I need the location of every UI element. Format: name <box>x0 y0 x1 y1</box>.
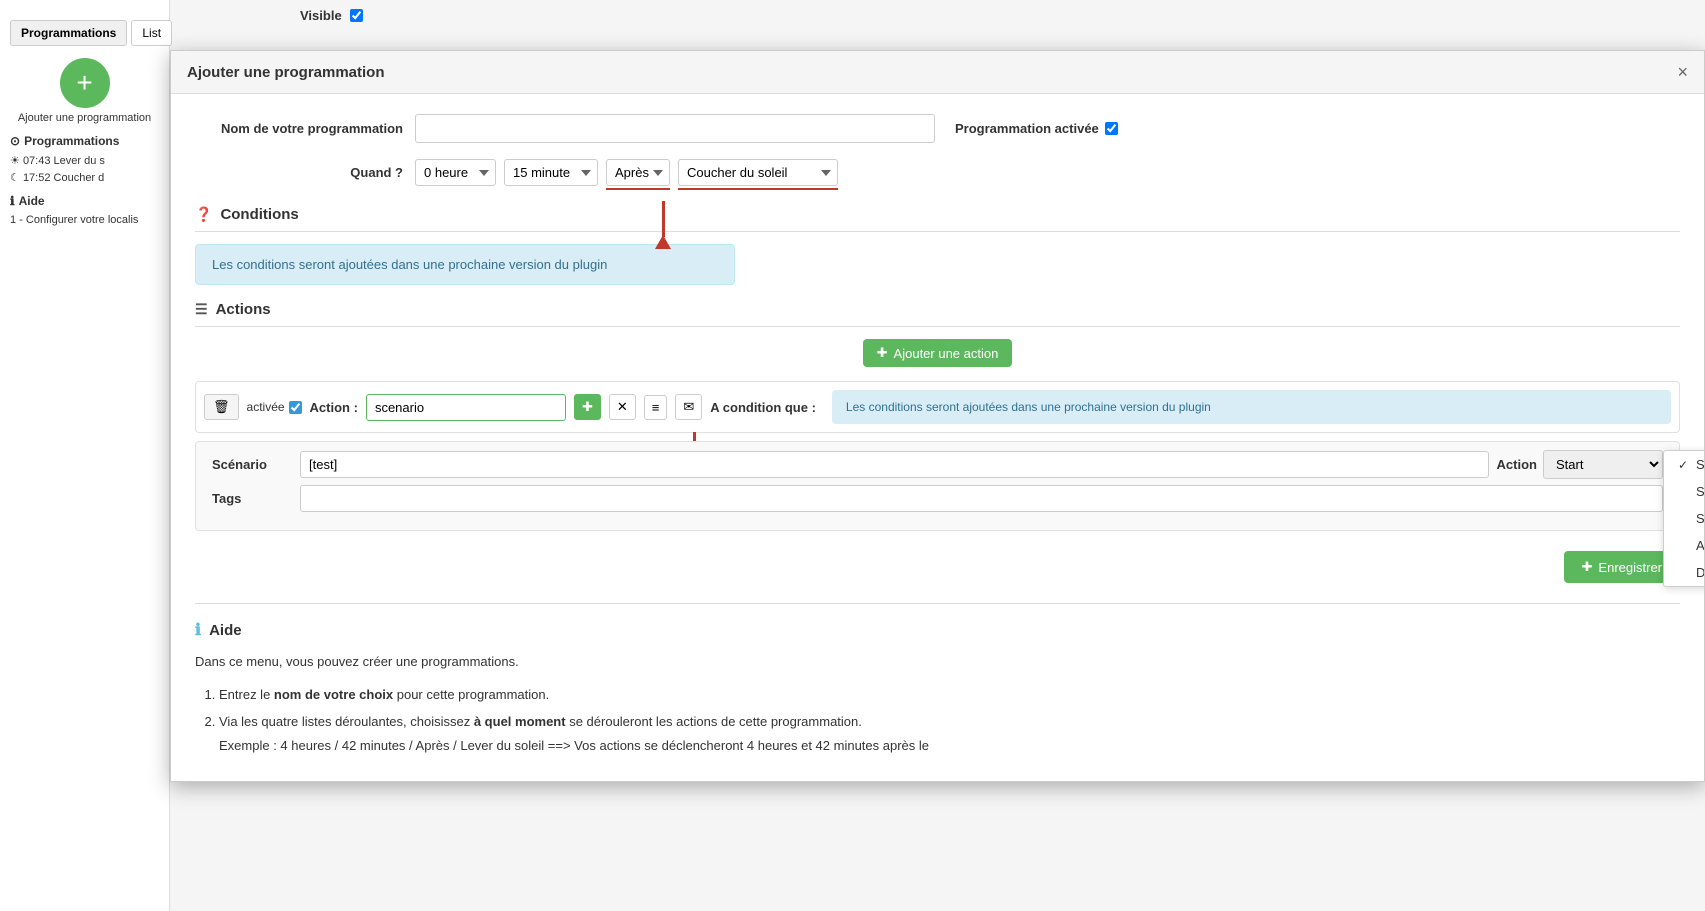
help-list-item-1: Entrez le nom de votre choix pour cette … <box>219 683 1680 706</box>
help-section: ℹ Aide Dans ce menu, vous pouvez créer u… <box>195 603 1680 757</box>
nom-label: Nom de votre programmation <box>195 121 415 136</box>
conditions-info-box: Les conditions seront ajoutées dans une … <box>195 244 735 285</box>
dropdown-item-desactiver[interactable]: Désactiver <box>1664 559 1704 586</box>
scenario-select[interactable]: [test] <box>300 451 1489 478</box>
nom-input[interactable] <box>415 114 935 143</box>
scenario-row: Scénario [test] Action Start Start (sync… <box>204 450 1671 479</box>
check-icon-start: ✓ <box>1678 458 1690 472</box>
add-action-button[interactable]: ✚ Ajouter une action <box>863 339 1013 367</box>
help-text-1: Dans ce menu, vous pouvez créer une prog… <box>195 652 1680 673</box>
help-title: ℹ Aide <box>195 620 1680 640</box>
list-icon: ☰ <box>195 301 208 318</box>
arrow-annotation-quand <box>655 201 671 249</box>
quand-label: Quand ? <box>195 165 415 180</box>
apres-select-container: Après Avant <box>606 159 670 186</box>
modal-close-button[interactable]: × <box>1677 63 1688 81</box>
add-action-center: ✚ Ajouter une action <box>195 339 1680 367</box>
action-select-wrapper: Action Start Start (sync) Stop Activer D… <box>1497 450 1663 479</box>
modal-dialog: Ajouter une programmation × Nom de votre… <box>170 50 1705 782</box>
action-type-select[interactable]: Start Start (sync) Stop Activer Désactiv… <box>1543 450 1663 479</box>
sidebar-aide-item[interactable]: 1 - Configurer votre localis <box>10 214 159 226</box>
visible-checkbox[interactable] <box>350 9 363 22</box>
section-programmations: ⊙ Programmations <box>10 134 159 148</box>
dropdown-item-start-sync[interactable]: Start (sync) <box>1664 478 1704 505</box>
modal-body: Nom de votre programmation Programmation… <box>171 94 1704 781</box>
underline-annotation <box>606 188 670 190</box>
quand-row: Quand ? 0 heure 1 heure 2 heures 15 minu… <box>195 159 1680 186</box>
action-delete-button[interactable]: 🗑 <box>204 394 239 420</box>
question-icon: ❓ <box>195 206 212 223</box>
sidebar-item-sunset[interactable]: ☾ 17:52 Coucher d <box>10 171 159 184</box>
quand-selects: 0 heure 1 heure 2 heures 15 minute 0 min… <box>415 159 838 186</box>
tags-row: Tags <box>204 485 1671 512</box>
moon-icon: ☾ <box>10 172 20 184</box>
visible-label: Visible <box>300 8 342 23</box>
action-row: 🗑 activée Action : ✚ ✕ ≡ ✉ A condition q… <box>195 381 1680 433</box>
visible-row: Visible <box>300 8 363 23</box>
minute-select[interactable]: 15 minute 0 minute 30 minutes <box>504 159 598 186</box>
sidebar-tabs: Programmations List <box>10 20 159 46</box>
actions-header: ☰ Actions <box>195 301 1680 327</box>
help-list: Entrez le nom de votre choix pour cette … <box>195 683 1680 757</box>
action-green-icon-btn[interactable]: ✚ <box>574 394 601 420</box>
tags-input[interactable] <box>300 485 1663 512</box>
action-type-label: Action : <box>310 400 358 415</box>
sidebar: Programmations List + Ajouter une progra… <box>0 0 170 911</box>
modal-header: Ajouter une programmation × <box>171 51 1704 94</box>
action-list-btn[interactable]: ≡ <box>644 395 668 420</box>
arrow-head-quand <box>655 235 671 249</box>
scenario-label: Scénario <box>212 457 292 472</box>
action-scissors-btn[interactable]: ✕ <box>609 394 636 420</box>
programmation-activee-label: Programmation activée <box>955 121 1118 136</box>
add-circle-icon: + <box>60 58 110 108</box>
action-mail-btn[interactable]: ✉ <box>675 394 702 420</box>
conditions-header: ❓ Conditions <box>195 206 1680 232</box>
action-active-label: activée <box>247 400 302 414</box>
condition-box: Les conditions seront ajoutées dans une … <box>832 390 1671 424</box>
modal-title: Ajouter une programmation <box>187 64 385 81</box>
apres-select[interactable]: Après Avant <box>606 159 670 186</box>
actions-title: Actions <box>216 301 271 318</box>
a-condition-label: A condition que : <box>710 400 816 415</box>
action-dropdown-menu: ✓ Start Start (sync) Stop <box>1663 450 1704 587</box>
action-active-checkbox[interactable] <box>289 401 302 414</box>
plus-icon-action: ✚ <box>877 345 888 361</box>
info-icon-sidebar: ℹ <box>10 194 15 208</box>
dropdown-item-activer[interactable]: Activer <box>1664 532 1704 559</box>
action-input[interactable] <box>366 394 566 421</box>
action-dropdown-container: Start Start (sync) Stop Activer Désactiv… <box>1543 450 1663 479</box>
sun-icon: ☀ <box>10 155 20 167</box>
sidebar-item-sunrise[interactable]: ☀ 07:43 Lever du s <box>10 154 159 167</box>
tags-label: Tags <box>212 491 292 506</box>
help-list-item-2: Via les quatre listes déroulantes, chois… <box>219 710 1680 757</box>
soleil-select-container: Coucher du soleil Lever du soleil <box>678 159 838 186</box>
tab-programmations[interactable]: Programmations <box>10 20 127 46</box>
actions-section: ✚ Ajouter une action 🗑 activée Action : … <box>195 339 1680 531</box>
soleil-select[interactable]: Coucher du soleil Lever du soleil <box>678 159 838 186</box>
scenario-section: Scénario [test] Action Start Start (sync… <box>195 441 1680 531</box>
section-aide: ℹ Aide <box>10 194 159 208</box>
tab-liste[interactable]: List <box>131 20 172 46</box>
nom-row: Nom de votre programmation Programmation… <box>195 114 1680 143</box>
underline-annotation-2 <box>678 188 838 190</box>
add-programmation-label: Ajouter une programmation <box>18 112 151 124</box>
conditions-title: Conditions <box>220 206 298 223</box>
clock-icon: ⊙ <box>10 134 20 148</box>
add-programmation-btn[interactable]: + Ajouter une programmation <box>10 58 159 124</box>
check-icon-save: ✚ <box>1582 559 1593 575</box>
arrow-line-quand <box>662 201 665 237</box>
info-icon-help: ℹ <box>195 620 201 640</box>
programmation-activee-checkbox[interactable] <box>1105 122 1118 135</box>
dropdown-item-start[interactable]: ✓ Start <box>1664 451 1704 478</box>
action-select-label: Action <box>1497 457 1537 472</box>
save-row: ✚ Enregistrer <box>195 551 1680 583</box>
heure-select[interactable]: 0 heure 1 heure 2 heures <box>415 159 496 186</box>
dropdown-item-stop[interactable]: Stop <box>1664 505 1704 532</box>
